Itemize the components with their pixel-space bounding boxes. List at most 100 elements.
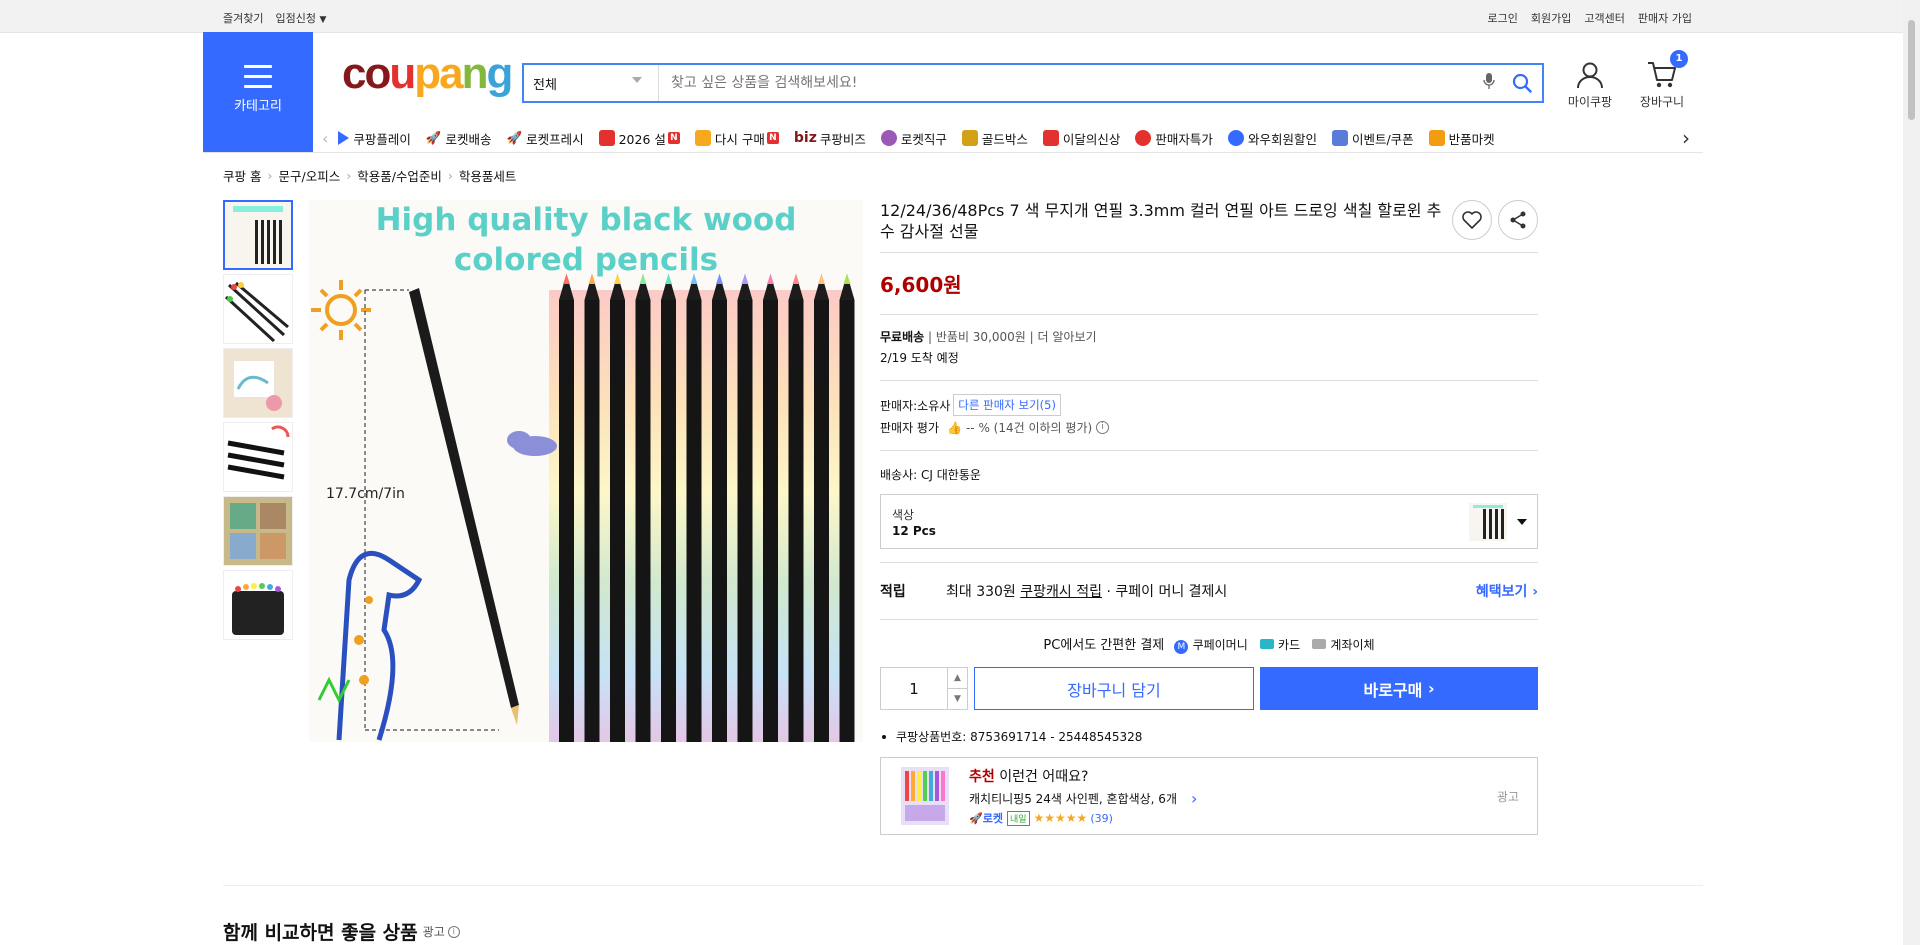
more-info-link[interactable]: 더 알아보기 [1038,330,1097,344]
buy-now-label: 바로구매 [1363,680,1423,700]
chevron-right-icon: › [447,168,453,183]
pencil-body [661,300,676,742]
product-main-image[interactable]: High quality black wood colored pencils … [309,200,863,742]
customer-center-link[interactable]: 고객센터 [1584,10,1624,26]
mypage-button[interactable]: 마이쿠팡 [1560,60,1620,110]
other-sellers-button[interactable]: 다른 판매자 보기(5) [953,394,1061,416]
thumbnail-1[interactable] [223,200,293,270]
chevron-right-icon: › [267,168,273,183]
recommend-product-image [901,767,949,825]
nav-item-2026-lunar[interactable]: 2026 설N [598,129,680,148]
info-icon[interactable]: i [447,925,460,938]
share-icon [1510,211,1526,229]
favorites-link[interactable]: 즐겨찾기 [223,10,263,26]
bullet [882,734,886,739]
divider [223,885,1703,886]
nav-item-event-coupon[interactable]: 이벤트/쿠폰 [1331,129,1414,148]
nav-item-rocket-fresh[interactable]: 🚀 로켓프레시 [507,129,584,148]
nav-item-goldbox[interactable]: 골드박스 [961,129,1028,148]
add-to-cart-button[interactable]: 장바구니 담기 [974,667,1254,710]
nav-item-seller-deal[interactable]: 판매자특가 [1135,129,1213,148]
breadcrumb-item[interactable]: 학용품세트 [459,166,517,185]
product-photo: High quality black wood colored pencils … [309,200,863,742]
nav-item-monthly-new[interactable]: 이달의신상 [1042,129,1120,148]
payment-label: PC에서도 간편한 결제 [1043,638,1165,653]
color-option-select[interactable]: 색상 12 Pcs [880,494,1538,549]
search-scope-select[interactable]: 전체 [524,65,659,101]
coupang-cash-link[interactable]: 쿠팡캐시 적립 [1020,581,1102,601]
seller-name[interactable]: 소유사 [917,397,950,414]
image-measure-label: 17.7cm/7in [326,486,405,502]
category-menu-button[interactable]: 카테고리 [203,32,313,152]
quantity-decrease-button[interactable]: ▼ [948,689,967,709]
info-icon[interactable]: i [1096,421,1110,434]
chevron-down-icon [632,77,642,83]
reward-condition: · 쿠페이 머니 결제시 [1106,584,1228,600]
seller-apply-link[interactable]: 입점신청 ▼ [275,10,326,26]
recommendation-card[interactable]: 추천 이런건 어때요? 캐치티니핑5 24색 사인펜, 혼합색상, 6개 › 🚀로… [880,757,1538,835]
cart-button[interactable]: 1 장바구니 [1632,50,1692,110]
nav-item-return-market[interactable]: 반품마켓 [1428,129,1495,148]
benefit-link[interactable]: 혜택보기 › [1476,581,1538,601]
heart-icon [1462,211,1482,229]
quantity-input[interactable]: 1 [881,668,947,709]
search-button[interactable] [1502,73,1542,93]
nav-item-coupang-play[interactable]: 쿠팡플레이 [338,129,411,148]
goldbox-icon [961,130,978,146]
thumbnail-6[interactable] [223,570,293,640]
separator: | [1029,330,1038,344]
nav-item-rebuy[interactable]: 다시 구매 N [694,129,779,148]
nav-item-rocket-global[interactable]: 로켓직구 [880,129,947,148]
nav-label: 로켓직구 [900,131,947,147]
microphone-icon[interactable] [1476,72,1502,94]
return-fee: 반품비 30,000원 [935,330,1026,344]
gift-icon [598,130,615,146]
share-button[interactable] [1498,200,1538,240]
thumbnail-4[interactable] [223,422,293,492]
free-shipping-label: 무료배송 [880,330,925,344]
nav-item-wow-discount[interactable]: 와우회원할인 [1227,129,1317,148]
divider [203,152,1703,153]
coupang-logo[interactable]: coupang [342,52,513,96]
signup-link[interactable]: 회원가입 [1531,10,1571,26]
pencil-body [712,300,727,742]
divider [880,619,1538,620]
thumbnail-3[interactable] [223,348,293,418]
product-price: 6,600원 [880,273,962,297]
arrival-date: 2/19 도착 예정 [880,351,959,365]
chevron-right-icon: › [1427,679,1435,698]
seller-signup-link[interactable]: 판매자 가입 [1638,10,1692,26]
scrollbar-thumb[interactable] [1908,20,1915,120]
play-icon [338,131,350,145]
nav-next-button[interactable]: › [1672,124,1700,152]
nav-label: 판매자특가 [1155,131,1213,147]
thumbnail-5[interactable] [223,496,293,566]
user-icon [1577,62,1603,89]
thumbnail-2[interactable] [223,274,293,344]
breadcrumb: 쿠팡 홈 › 문구/오피스 › 학용품/수업준비 › 학용품세트 [223,166,516,185]
divider [880,450,1538,451]
breadcrumb-item[interactable]: 쿠팡 홈 [223,166,261,185]
chevron-left-icon[interactable]: ‹ [322,129,328,148]
nav-item-rocket-delivery[interactable]: 🚀 로켓배송 [426,129,492,148]
wishlist-button[interactable] [1452,200,1492,240]
wow-icon [1227,130,1244,146]
coupay-money-icon: M [1174,640,1189,654]
search-input[interactable] [659,65,1476,101]
breadcrumb-item[interactable]: 학용품/수업준비 [357,166,442,185]
breadcrumb-item[interactable]: 문구/오피스 [278,166,340,185]
quantity-increase-button[interactable]: ▲ [948,668,967,689]
bank-icon [1312,639,1327,649]
nav-label: 로켓프레시 [526,131,584,147]
nav-item-coupang-biz[interactable]: biz 쿠팡비즈 [794,129,866,148]
divider [880,252,1538,253]
search-icon [1512,73,1532,93]
rocket-tomorrow-badge: 내일 [1006,810,1030,826]
option-value: 12 Pcs [892,524,936,538]
login-link[interactable]: 로그인 [1488,10,1518,26]
new-icon [1042,130,1059,146]
cart-label: 장바구니 [1639,95,1685,109]
image-headline: High quality black wood [376,202,797,238]
page-scrollbar[interactable] [1903,0,1920,945]
buy-now-button[interactable]: 바로구매 › [1260,667,1538,710]
